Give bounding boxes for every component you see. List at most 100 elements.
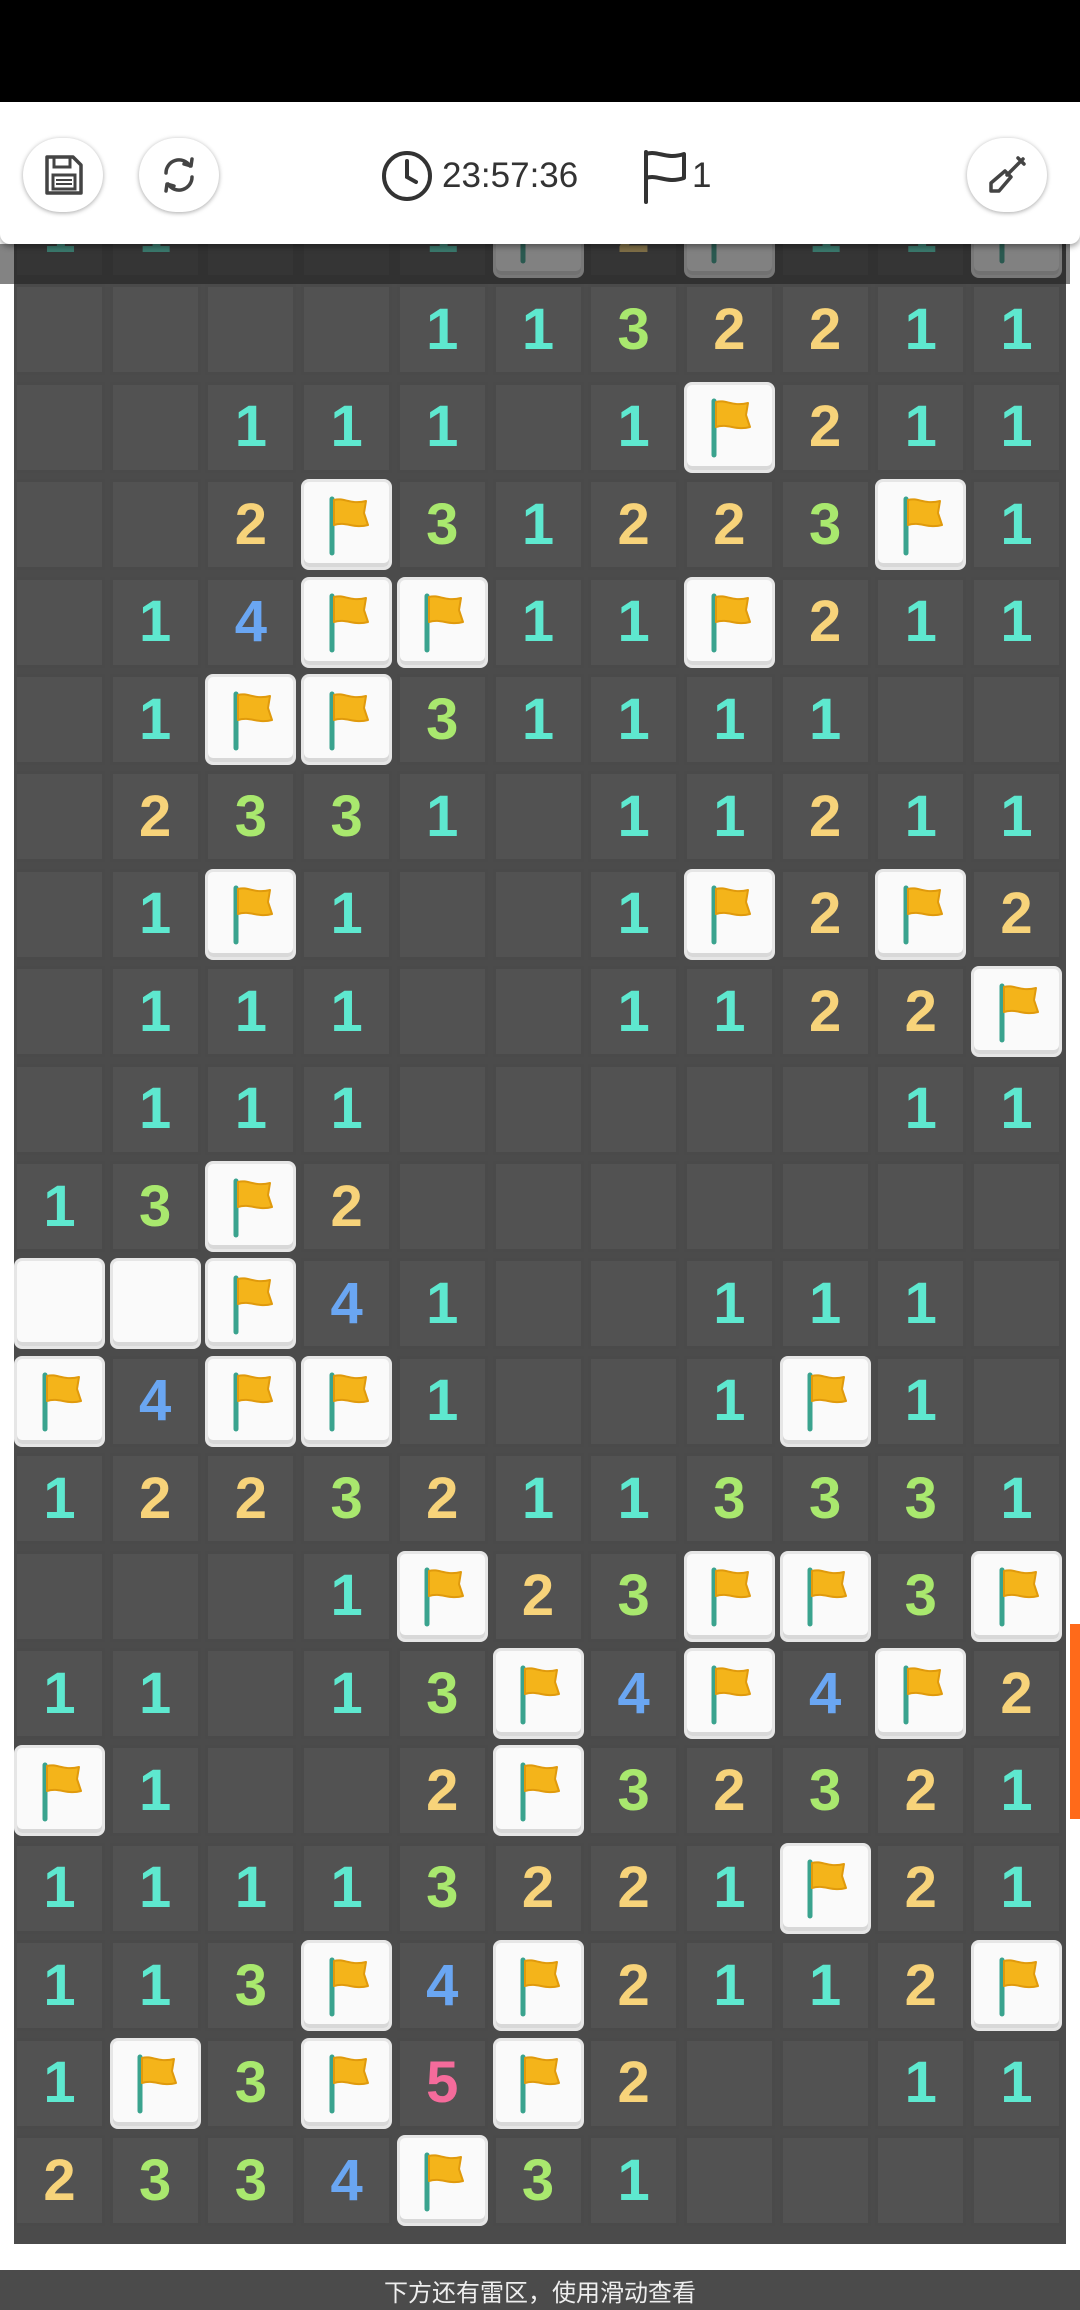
number-cell[interactable]: 1 bbox=[205, 1063, 297, 1155]
flagged-cell[interactable] bbox=[683, 868, 775, 960]
number-cell[interactable]: 2 bbox=[779, 284, 871, 376]
number-cell[interactable]: 1 bbox=[14, 1842, 105, 1934]
flagged-cell[interactable] bbox=[301, 1940, 393, 2032]
empty-cell[interactable] bbox=[396, 1161, 488, 1252]
number-cell[interactable]: 1 bbox=[875, 2037, 967, 2129]
number-cell[interactable]: 1 bbox=[396, 1258, 488, 1350]
number-cell[interactable]: 5 bbox=[396, 2037, 488, 2129]
flagged-cell[interactable] bbox=[683, 1648, 775, 1739]
number-cell[interactable]: 1 bbox=[588, 674, 680, 765]
number-cell[interactable]: 1 bbox=[109, 868, 201, 960]
number-cell[interactable]: 1 bbox=[109, 1745, 201, 1837]
empty-cell[interactable] bbox=[14, 674, 105, 765]
number-cell[interactable]: 2 bbox=[683, 479, 775, 571]
empty-cell[interactable] bbox=[109, 284, 201, 376]
number-cell[interactable]: 1 bbox=[683, 771, 775, 863]
flagged-cell[interactable] bbox=[205, 1258, 297, 1350]
number-cell[interactable]: 1 bbox=[588, 771, 680, 863]
number-cell[interactable]: 1 bbox=[875, 381, 967, 473]
number-cell[interactable]: 2 bbox=[779, 771, 871, 863]
number-cell[interactable]: 3 bbox=[205, 1940, 297, 2032]
number-cell[interactable]: 2 bbox=[588, 1940, 680, 2032]
empty-cell[interactable] bbox=[14, 868, 105, 960]
scrollbar-thumb[interactable] bbox=[1070, 1624, 1080, 1819]
flagged-cell[interactable] bbox=[971, 1550, 1062, 1642]
number-cell[interactable]: 1 bbox=[301, 381, 393, 473]
flagged-cell[interactable] bbox=[301, 1355, 393, 1447]
empty-cell[interactable] bbox=[205, 1745, 297, 1837]
empty-cell[interactable] bbox=[14, 381, 105, 473]
number-cell[interactable]: 1 bbox=[14, 1453, 105, 1545]
number-cell[interactable]: 1 bbox=[205, 1842, 297, 1934]
empty-cell[interactable] bbox=[779, 2135, 871, 2226]
number-cell[interactable]: 1 bbox=[301, 1842, 393, 1934]
flagged-cell[interactable] bbox=[971, 966, 1062, 1058]
empty-cell[interactable] bbox=[971, 2135, 1062, 2226]
number-cell[interactable]: 4 bbox=[301, 2135, 393, 2226]
empty-cell[interactable] bbox=[109, 381, 201, 473]
empty-cell[interactable] bbox=[875, 1161, 967, 1252]
empty-cell[interactable] bbox=[971, 1355, 1062, 1447]
number-cell[interactable]: 1 bbox=[588, 868, 680, 960]
number-cell[interactable]: 1 bbox=[396, 771, 488, 863]
flagged-cell[interactable] bbox=[492, 2037, 584, 2129]
flagged-cell[interactable] bbox=[205, 674, 297, 765]
number-cell[interactable]: 1 bbox=[971, 479, 1062, 571]
empty-cell[interactable] bbox=[683, 1161, 775, 1252]
number-cell[interactable]: 1 bbox=[971, 2037, 1062, 2129]
flagged-cell[interactable] bbox=[301, 576, 393, 668]
number-cell[interactable]: 2 bbox=[205, 1453, 297, 1545]
number-cell[interactable]: 4 bbox=[779, 1648, 871, 1739]
number-cell[interactable]: 1 bbox=[971, 1745, 1062, 1837]
number-cell[interactable]: 3 bbox=[875, 1453, 967, 1545]
number-cell[interactable]: 1 bbox=[492, 674, 584, 765]
empty-cell[interactable] bbox=[205, 1550, 297, 1642]
number-cell[interactable]: 1 bbox=[588, 1453, 680, 1545]
number-cell[interactable]: 3 bbox=[396, 1648, 488, 1739]
empty-cell[interactable] bbox=[683, 2135, 775, 2226]
number-cell[interactable]: 1 bbox=[588, 381, 680, 473]
empty-cell[interactable] bbox=[683, 2037, 775, 2129]
number-cell[interactable]: 1 bbox=[492, 1453, 584, 1545]
flagged-cell[interactable] bbox=[205, 1161, 297, 1252]
number-cell[interactable]: 2 bbox=[588, 2037, 680, 2129]
number-cell[interactable]: 1 bbox=[109, 1063, 201, 1155]
number-cell[interactable]: 3 bbox=[205, 771, 297, 863]
number-cell[interactable]: 3 bbox=[588, 1550, 680, 1642]
number-cell[interactable]: 1 bbox=[109, 1842, 201, 1934]
number-cell[interactable]: 3 bbox=[301, 771, 393, 863]
number-cell[interactable]: 1 bbox=[109, 674, 201, 765]
flagged-cell[interactable] bbox=[14, 1745, 105, 1837]
number-cell[interactable]: 3 bbox=[492, 2135, 584, 2226]
number-cell[interactable]: 2 bbox=[492, 1550, 584, 1642]
number-cell[interactable]: 2 bbox=[588, 1842, 680, 1934]
number-cell[interactable]: 2 bbox=[301, 1161, 393, 1252]
empty-cell[interactable] bbox=[588, 1161, 680, 1252]
empty-cell[interactable] bbox=[492, 868, 584, 960]
number-cell[interactable]: 1 bbox=[14, 1161, 105, 1252]
number-cell[interactable]: 1 bbox=[875, 1355, 967, 1447]
flagged-cell[interactable] bbox=[492, 1940, 584, 2032]
empty-cell[interactable] bbox=[14, 1550, 105, 1642]
minefield-viewport[interactable]: 1112111132211111121123122311411211131111… bbox=[0, 244, 1080, 2310]
empty-cell[interactable] bbox=[14, 1063, 105, 1155]
number-cell[interactable]: 3 bbox=[396, 479, 488, 571]
flagged-cell[interactable] bbox=[779, 1355, 871, 1447]
number-cell[interactable]: 1 bbox=[396, 284, 488, 376]
empty-cell[interactable] bbox=[14, 966, 105, 1058]
number-cell[interactable]: 1 bbox=[779, 1940, 871, 2032]
flagged-cell[interactable] bbox=[492, 1745, 584, 1837]
empty-cell[interactable] bbox=[14, 771, 105, 863]
number-cell[interactable]: 1 bbox=[683, 1940, 775, 2032]
number-cell[interactable]: 1 bbox=[875, 284, 967, 376]
empty-cell[interactable] bbox=[396, 966, 488, 1058]
number-cell[interactable]: 4 bbox=[205, 576, 297, 668]
number-cell[interactable]: 2 bbox=[779, 381, 871, 473]
empty-cell[interactable] bbox=[492, 1355, 584, 1447]
number-cell[interactable]: 1 bbox=[396, 1355, 488, 1447]
flagged-cell[interactable] bbox=[875, 1648, 967, 1739]
number-cell[interactable]: 1 bbox=[683, 966, 775, 1058]
number-cell[interactable]: 3 bbox=[779, 1745, 871, 1837]
number-cell[interactable]: 1 bbox=[588, 966, 680, 1058]
number-cell[interactable]: 1 bbox=[779, 674, 871, 765]
